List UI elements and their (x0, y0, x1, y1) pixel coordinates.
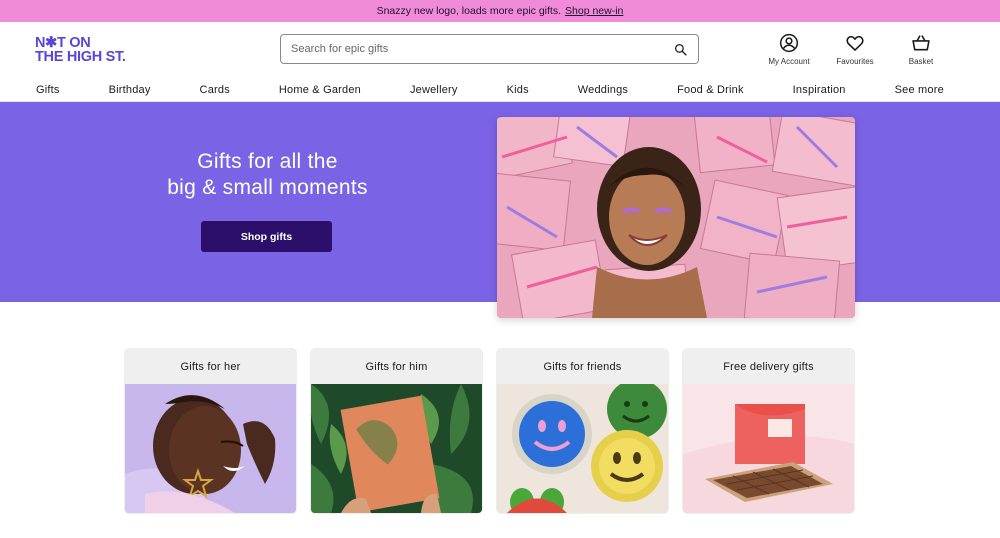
card-image-friends (497, 384, 668, 513)
promo-bar: Snazzy new logo, loads more epic gifts. … (0, 0, 1000, 22)
hero-image[interactable] (497, 117, 855, 318)
account-icon (779, 32, 799, 54)
nav-item-see-more[interactable]: See more (895, 84, 944, 96)
site-logo[interactable]: N✱T ON THE HIGH ST. (35, 35, 145, 65)
card-image-her (125, 384, 296, 513)
logo-line-1: N✱T ON (35, 35, 91, 51)
hero-heading-line-2: big & small moments (167, 176, 368, 199)
basket-label: Basket (908, 57, 934, 66)
card-image-him (311, 384, 482, 513)
nav-item-kids[interactable]: Kids (507, 84, 529, 96)
basket-button[interactable]: Basket (897, 32, 945, 66)
card-title: Gifts for him (311, 349, 482, 384)
nav-item-food-drink[interactable]: Food & Drink (677, 84, 744, 96)
category-cards: Gifts for her Gifts for him Gifts for fr… (125, 349, 854, 513)
nav-item-weddings[interactable]: Weddings (578, 84, 628, 96)
category-card-gifts-for-her[interactable]: Gifts for her (125, 349, 296, 513)
nav-item-home-garden[interactable]: Home & Garden (279, 84, 361, 96)
my-account-button[interactable]: My Account (765, 32, 813, 66)
header-actions: My Account Favourites Basket (765, 32, 945, 66)
card-title: Gifts for friends (497, 349, 668, 384)
search-bar (280, 34, 699, 64)
search-icon[interactable] (672, 41, 688, 57)
main-nav: Gifts Birthday Cards Home & Garden Jewel… (0, 78, 1000, 102)
nav-item-cards[interactable]: Cards (200, 84, 230, 96)
category-card-gifts-for-him[interactable]: Gifts for him (311, 349, 482, 513)
nav-item-birthday[interactable]: Birthday (109, 84, 151, 96)
hero-heading-line-1: Gifts for all the (197, 150, 338, 173)
search-input[interactable] (291, 43, 672, 55)
category-card-gifts-for-friends[interactable]: Gifts for friends (497, 349, 668, 513)
site-header: N✱T ON THE HIGH ST. My Account Favourite… (0, 22, 1000, 78)
hero-heading: Gifts for all the big & small moments (140, 149, 395, 201)
favourites-label: Favourites (836, 57, 874, 66)
nav-item-inspiration[interactable]: Inspiration (793, 84, 846, 96)
my-account-label: My Account (768, 57, 810, 66)
favourites-button[interactable]: Favourites (831, 32, 879, 66)
promo-text: Snazzy new logo, loads more epic gifts. (376, 5, 562, 17)
card-title: Free delivery gifts (683, 349, 854, 384)
category-card-free-delivery-gifts[interactable]: Free delivery gifts (683, 349, 854, 513)
nav-item-jewellery[interactable]: Jewellery (410, 84, 458, 96)
heart-icon (845, 32, 865, 54)
card-title: Gifts for her (125, 349, 296, 384)
nav-item-gifts[interactable]: Gifts (36, 84, 60, 96)
shop-new-in-link[interactable]: Shop new-in (565, 5, 623, 17)
basket-icon (911, 32, 931, 54)
hero-banner: Gifts for all the big & small moments Sh… (0, 102, 1000, 318)
logo-line-2: THE HIGH ST. (35, 49, 126, 65)
card-image-free-delivery (683, 384, 854, 513)
shop-gifts-button[interactable]: Shop gifts (201, 221, 332, 252)
